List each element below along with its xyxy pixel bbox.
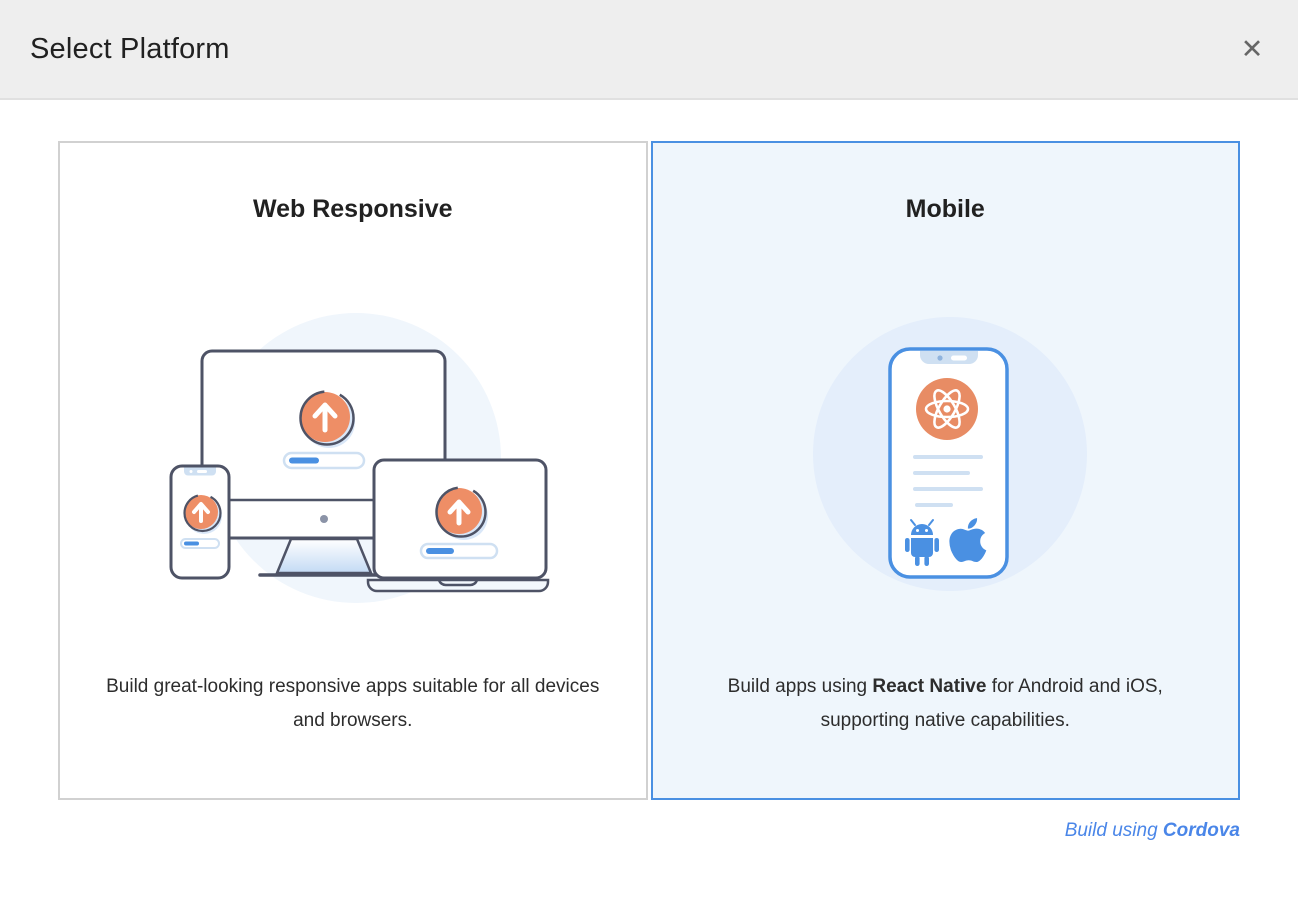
mobile-desc-bold: React Native bbox=[872, 676, 986, 697]
mobile-desc-prefix: Build apps using bbox=[728, 676, 873, 697]
progress-bar bbox=[181, 539, 219, 548]
laptop-illustration bbox=[368, 460, 548, 591]
card-mobile-description: Build apps using React Native for Androi… bbox=[683, 670, 1208, 738]
progress-bar bbox=[284, 453, 364, 468]
close-icon[interactable]: ✕ bbox=[1234, 31, 1270, 67]
devices-upload-illustration bbox=[128, 306, 578, 606]
cordova-link-prefix: Build using bbox=[1065, 820, 1163, 841]
react-logo-icon bbox=[916, 378, 978, 440]
platform-cards: Web Responsive bbox=[58, 141, 1240, 800]
react-native-phone-illustration bbox=[720, 306, 1170, 606]
smartphone-illustration bbox=[890, 349, 1007, 577]
card-mobile-title: Mobile bbox=[906, 195, 985, 224]
build-using-cordova-link[interactable]: Build using Cordova bbox=[1065, 820, 1240, 841]
web-illustration bbox=[128, 306, 578, 606]
progress-bar bbox=[421, 544, 497, 558]
card-web-responsive[interactable]: Web Responsive bbox=[58, 141, 648, 800]
footer: Build using Cordova bbox=[58, 820, 1240, 842]
card-web-description: Build great-looking responsive apps suit… bbox=[90, 670, 615, 738]
mobile-illustration bbox=[720, 306, 1170, 606]
cordova-link-bold: Cordova bbox=[1163, 820, 1240, 841]
page-title: Select Platform bbox=[30, 33, 230, 66]
card-mobile[interactable]: Mobile bbox=[651, 141, 1241, 800]
phone-illustration bbox=[171, 466, 229, 578]
card-web-title: Web Responsive bbox=[253, 195, 453, 224]
dialog-header: Select Platform ✕ bbox=[0, 0, 1298, 100]
